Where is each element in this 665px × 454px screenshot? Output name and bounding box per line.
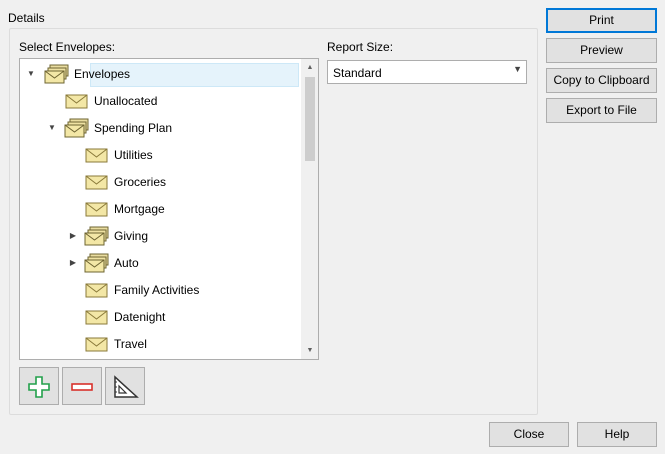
tree-item-label: Mortgage <box>114 202 165 216</box>
envelope-tree[interactable]: ▼ Envelopes Unallocated ▼ Spending Plan Utili… <box>19 58 319 360</box>
triangle-ruler-icon <box>114 375 139 398</box>
tree-item-label: Giving <box>114 229 149 243</box>
tree-item[interactable]: Groceries <box>20 169 301 196</box>
details-group-label: Details <box>8 11 45 25</box>
envelope-icon <box>84 172 110 193</box>
expanded-arrow-icon[interactable]: ▼ <box>47 123 57 133</box>
print-button[interactable]: Print <box>546 8 657 33</box>
tree-item-label: Spending Plan <box>94 121 173 135</box>
tree-item-label: Datenight <box>114 310 166 324</box>
help-button[interactable]: Help <box>577 422 657 447</box>
select-envelopes-label: Select Envelopes: <box>19 40 116 54</box>
scroll-up-icon[interactable]: ▲ <box>302 59 318 76</box>
tree-item[interactable]: Family Activities <box>20 277 301 304</box>
multi-envelope-icon <box>84 226 110 247</box>
collapsed-arrow-icon[interactable]: ▶ <box>68 231 78 241</box>
report-size-value: Standard <box>333 66 382 80</box>
envelope-icon <box>84 280 110 301</box>
envelope-tree-rows: ▼ Envelopes Unallocated ▼ Spending Plan Utili… <box>20 59 301 359</box>
report-settings-button[interactable] <box>105 367 145 405</box>
scroll-thumb[interactable] <box>305 77 315 161</box>
multi-envelope-icon <box>44 64 70 85</box>
tree-item[interactable]: ▶ Giving <box>20 223 301 250</box>
tree-item-label: Auto <box>114 256 139 270</box>
tree-item[interactable]: ▶ Auto <box>20 250 301 277</box>
close-button[interactable]: Close <box>489 422 569 447</box>
remove-envelope-button[interactable] <box>62 367 102 405</box>
tree-vertical-scrollbar[interactable]: ▲ ▼ <box>301 59 318 359</box>
tree-item[interactable]: ▼ Envelopes <box>20 61 301 88</box>
envelope-icon <box>64 91 90 112</box>
tree-item[interactable]: Mortgage <box>20 196 301 223</box>
envelope-icon <box>84 307 110 328</box>
multi-envelope-icon <box>84 253 110 274</box>
tree-item-label: Envelopes <box>74 67 131 81</box>
collapsed-arrow-icon[interactable]: ▶ <box>68 258 78 268</box>
tree-item[interactable]: Datenight <box>20 304 301 331</box>
plus-icon <box>28 376 50 398</box>
tree-item[interactable]: Unallocated <box>20 88 301 115</box>
envelope-icon <box>84 145 110 166</box>
tree-item[interactable]: ▼ Spending Plan <box>20 115 301 142</box>
multi-envelope-icon <box>64 118 90 139</box>
chevron-down-icon[interactable]: ▼ <box>513 64 522 74</box>
envelope-icon <box>84 334 110 355</box>
report-size-select[interactable]: Standard ▼ <box>327 60 527 84</box>
tree-item-label: Unallocated <box>94 94 158 108</box>
tree-item-label: Utilities <box>114 148 153 162</box>
tree-item-label: Groceries <box>114 175 167 189</box>
tree-item-label: Family Activities <box>114 283 200 297</box>
envelope-icon <box>84 199 110 220</box>
tree-item[interactable]: Utilities <box>20 142 301 169</box>
expanded-arrow-icon[interactable]: ▼ <box>26 69 36 79</box>
export-to-file-button[interactable]: Export to File <box>546 98 657 123</box>
scroll-down-icon[interactable]: ▼ <box>302 342 318 359</box>
report-size-label: Report Size: <box>327 40 394 54</box>
minus-icon <box>71 383 93 391</box>
copy-to-clipboard-button[interactable]: Copy to Clipboard <box>546 68 657 93</box>
tree-item-label: Travel <box>114 337 147 351</box>
add-envelope-button[interactable] <box>19 367 59 405</box>
tree-item[interactable]: Travel <box>20 331 301 358</box>
preview-button[interactable]: Preview <box>546 38 657 63</box>
